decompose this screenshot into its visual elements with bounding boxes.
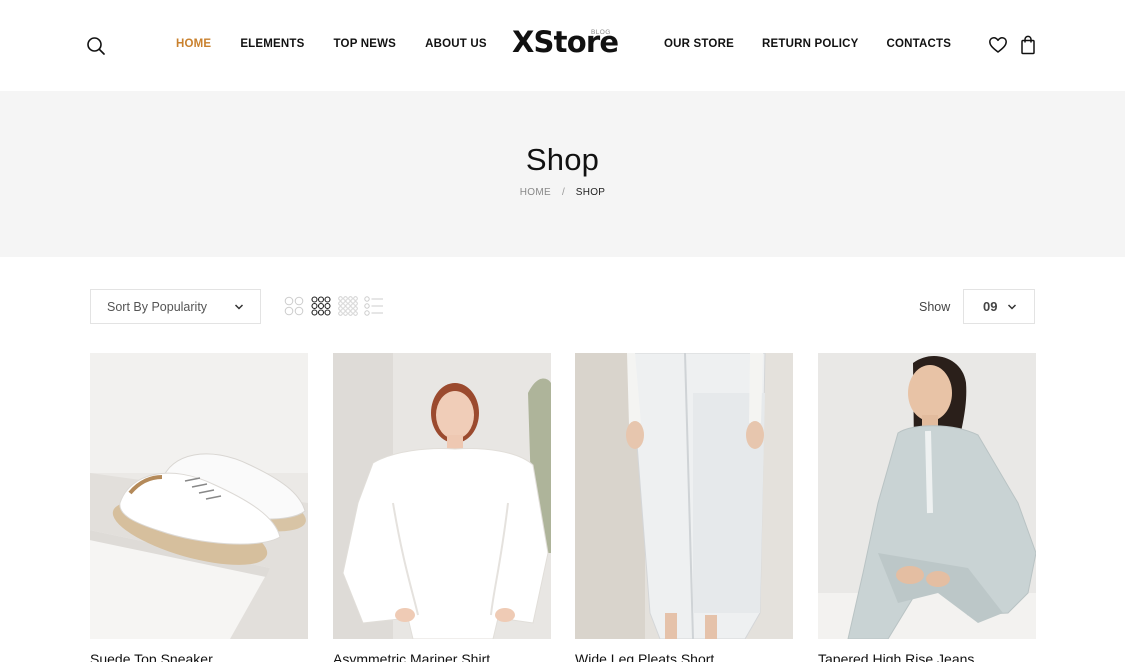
chevron-down-icon — [1007, 304, 1017, 310]
product-card: Suede Top Sneaker — [90, 353, 308, 662]
breadcrumb-current: SHOP — [575, 187, 606, 198]
product-card: Wide Leg Pleats Short — [575, 353, 793, 662]
per-page-select[interactable]: 09 — [963, 289, 1035, 324]
product-title[interactable]: Tapered High Rise Jeans — [818, 651, 1036, 662]
nav-left: HOME ELEMENTS TOP NEWS ABOUT US — [176, 38, 487, 50]
product-card: Asymmetric Mariner Shirt — [333, 353, 551, 662]
heart-icon[interactable] — [988, 35, 1008, 55]
breadcrumb-separator: / — [561, 187, 565, 198]
grid-2-icon[interactable] — [284, 296, 304, 316]
product-title[interactable]: Wide Leg Pleats Short — [575, 651, 793, 662]
grid-3-icon[interactable] — [311, 296, 331, 316]
product-title[interactable]: Asymmetric Mariner Shirt — [333, 651, 551, 662]
breadcrumb-home[interactable]: HOME — [520, 187, 551, 198]
nav-right: OUR STORE RETURN POLICY CONTACTS — [664, 38, 951, 50]
chevron-down-icon — [234, 304, 244, 310]
nav-item-elements[interactable]: ELEMENTS — [240, 38, 304, 50]
nav-item-about-us[interactable]: ABOUT US — [425, 38, 487, 50]
breadcrumb: HOME / SHOP — [0, 187, 1125, 198]
product-image[interactable] — [818, 353, 1036, 639]
product-image[interactable] — [333, 353, 551, 639]
nav-item-our-store[interactable]: OUR STORE — [664, 38, 734, 50]
product-card: Tapered High Rise Jeans — [818, 353, 1036, 662]
sort-select-value: Sort By Popularity — [107, 299, 208, 314]
product-image[interactable] — [575, 353, 793, 639]
nav-item-contacts[interactable]: CONTACTS — [887, 38, 952, 50]
nav-item-top-news[interactable]: TOP NEWS — [334, 38, 397, 50]
product-title[interactable]: Suede Top Sneaker — [90, 651, 308, 662]
grid-4-icon[interactable] — [338, 296, 358, 316]
show-label: Show — [919, 300, 951, 314]
nav-item-home[interactable]: HOME — [176, 38, 211, 50]
per-page-value: 09 — [983, 299, 998, 314]
product-image[interactable] — [90, 353, 308, 639]
list-icon[interactable] — [364, 296, 384, 316]
logo-blog-tag: BLOG — [591, 29, 611, 36]
page-title-banner: Shop HOME / SHOP — [0, 91, 1125, 257]
site-header: HOME ELEMENTS TOP NEWS ABOUT US XStore B… — [0, 0, 1125, 91]
nav-item-return-policy[interactable]: RETURN POLICY — [762, 38, 859, 50]
search-icon[interactable] — [86, 36, 106, 56]
page-title: Shop — [525, 142, 600, 177]
site-logo[interactable]: XStore BLOG — [512, 24, 619, 64]
sort-select[interactable]: Sort By Popularity — [90, 289, 261, 324]
shopping-bag-icon[interactable] — [1020, 35, 1036, 55]
